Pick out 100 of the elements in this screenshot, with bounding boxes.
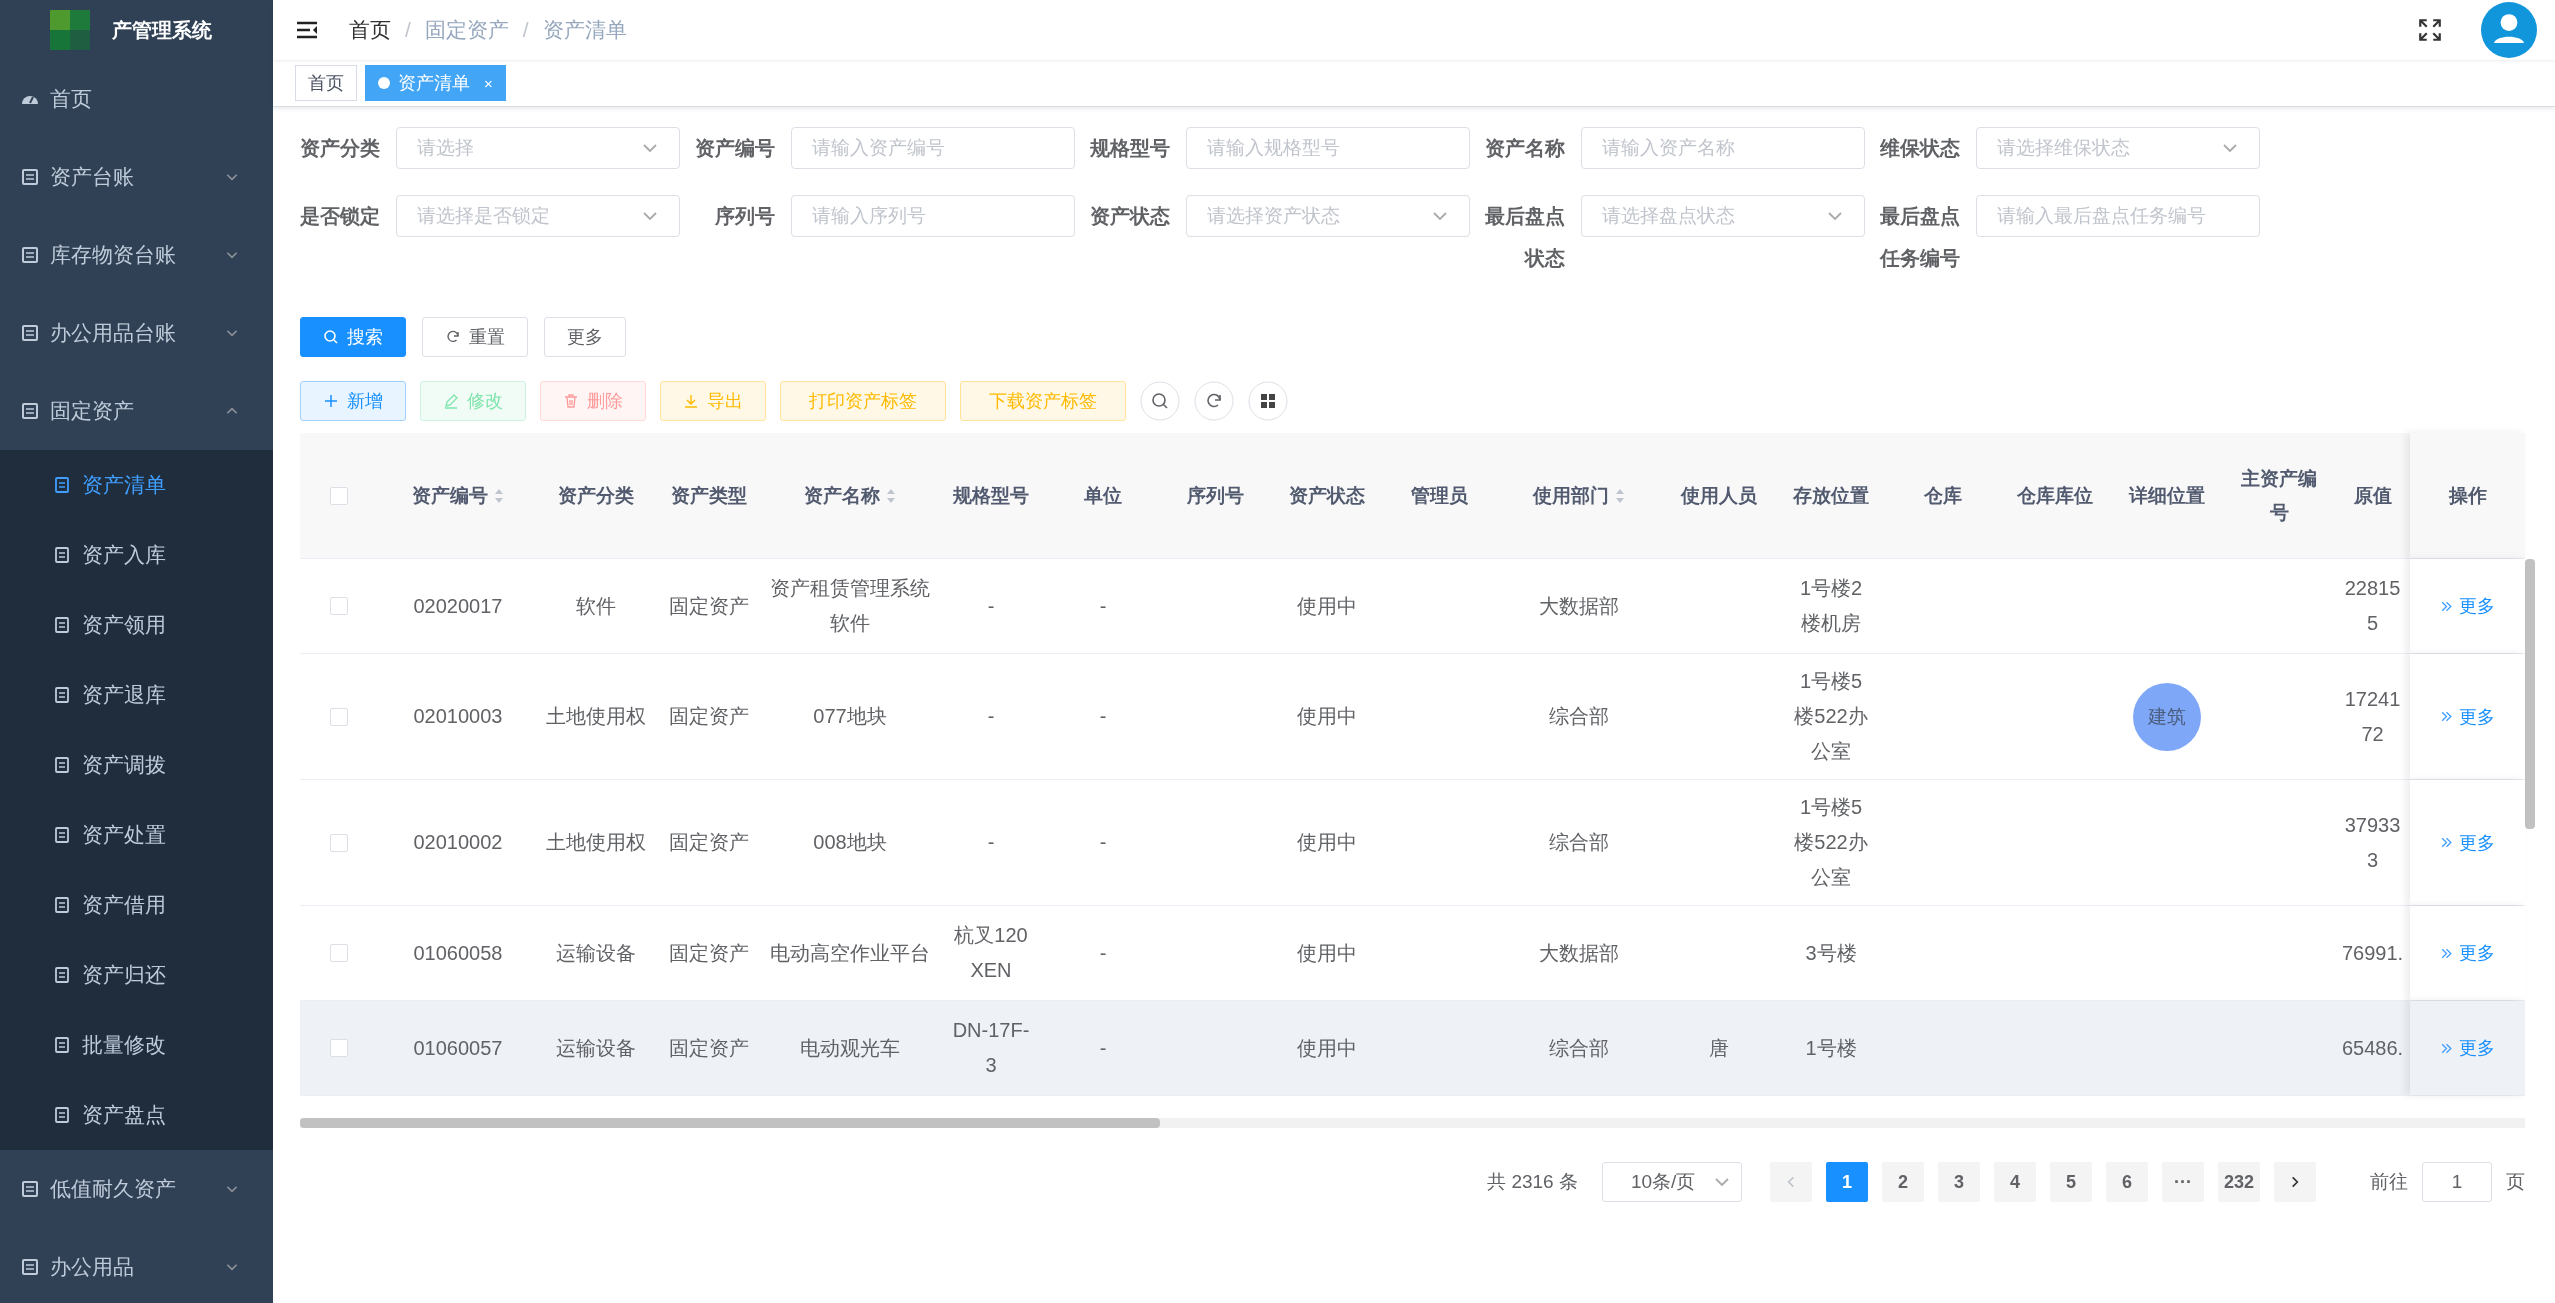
submenu-item[interactable]: 资产入库	[0, 520, 273, 590]
page-button[interactable]: 5	[2049, 1162, 2092, 1202]
tab[interactable]: 首页	[295, 65, 357, 101]
table-cell-text: -	[987, 593, 995, 619]
table-row[interactable]: 02020017 软件 固定资产 资产租赁管理系统软件 - - 使用中 大数据部 1号楼2楼机房 22815 5 更多	[300, 559, 2525, 654]
document-icon	[52, 685, 72, 705]
page-button[interactable]: 3	[1937, 1162, 1980, 1202]
sort-icon[interactable]	[494, 487, 504, 504]
previous-page-button[interactable]	[1769, 1162, 1812, 1202]
page-button[interactable]: 4	[1993, 1162, 2036, 1202]
checkbox[interactable]	[329, 1039, 348, 1057]
goto-label: 前往	[2370, 1170, 2408, 1194]
field-label: 是否锁定	[300, 204, 380, 229]
input-field[interactable]: 请输入资产名称	[1581, 127, 1865, 169]
page-button[interactable]: 2	[1881, 1162, 1924, 1202]
search-icon[interactable]	[1140, 381, 1180, 421]
more-button[interactable]: 更多	[544, 317, 626, 357]
column-header: 仓库库位	[2017, 483, 2093, 508]
table-cell-text: 1号楼	[1805, 1035, 1857, 1061]
refresh-icon[interactable]	[1194, 381, 1234, 421]
input-field[interactable]: 请输入规格型号	[1186, 127, 1470, 169]
submenu-item[interactable]: 资产盘点	[0, 1080, 273, 1150]
menu-item[interactable]: 资产台账	[0, 138, 273, 216]
page-size-select[interactable]: 10条/页	[1601, 1162, 1742, 1202]
menu-item[interactable]: 低值耐久资产	[0, 1150, 273, 1228]
fullscreen-icon[interactable]	[2417, 17, 2443, 43]
table-cell-text: 电动观光车	[800, 1035, 900, 1061]
table-cell-text: 3号楼	[1805, 940, 1857, 966]
document-icon	[20, 1257, 40, 1277]
trash-icon	[563, 393, 579, 409]
search-button[interactable]: 搜索	[300, 317, 406, 357]
table-cell-text: 唐	[1709, 1035, 1729, 1061]
submenu-item[interactable]: 批量修改	[0, 1010, 273, 1080]
checkbox[interactable]	[329, 486, 348, 505]
field-label: 维保状态	[1880, 136, 1960, 161]
submenu-item[interactable]: 资产处置	[0, 800, 273, 870]
page-input[interactable]: 1	[2422, 1162, 2492, 1202]
page-button[interactable]: 6	[2105, 1162, 2148, 1202]
page-button[interactable]: 232	[2217, 1162, 2260, 1202]
column-header: 使用部门	[1533, 483, 1609, 508]
page-button[interactable]: 1	[1825, 1162, 1868, 1202]
field-label: 资产状态	[1090, 204, 1170, 229]
scrollbar[interactable]	[300, 1118, 2525, 1128]
submenu-item[interactable]: 资产退库	[0, 660, 273, 730]
table-cell-text: DN-17F-3	[951, 1018, 1031, 1078]
input-field[interactable]: 请输入序列号	[791, 195, 1075, 237]
breadcrumb-separator: /	[522, 18, 529, 42]
next-page-button[interactable]	[2274, 1162, 2316, 1202]
table-cell-text: 008地块	[813, 830, 887, 855]
checkbox[interactable]	[329, 833, 348, 852]
table-cell-text: -	[1099, 593, 1107, 619]
table-cell-text: -	[987, 830, 995, 855]
menu-item[interactable]: 办公用品	[0, 1228, 273, 1303]
more-link[interactable]: 更多	[2440, 594, 2495, 618]
table-row[interactable]: 01060058 运输设备 固定资产 电动高空作业平台 杭叉120XEN - 使用中 大数据部 3号楼 76991. 更多	[300, 906, 2525, 1001]
app-title: 产管理系统	[112, 17, 212, 43]
table-row[interactable]: 02010003 土地使用权 固定资产 077地块 - - 使用中 综合部 1号楼5楼522办公室 建筑 17241 72 更多	[300, 654, 2525, 780]
download-icon	[683, 393, 699, 409]
table-row[interactable]: 01060057 运输设备 固定资产 电动观光车 DN-17F-3 - 使用中 综合部 唐 1号楼 65486. 更多	[300, 1001, 2525, 1096]
toolbar-button[interactable]: 新增	[300, 381, 406, 421]
checkbox[interactable]	[329, 944, 348, 962]
logo-icon	[50, 10, 90, 50]
reset-button[interactable]: 重置	[422, 317, 528, 357]
checkbox[interactable]	[329, 597, 348, 615]
breadcrumb-item[interactable]: 首页	[349, 16, 391, 44]
menu-item[interactable]: 办公用品台账	[0, 294, 273, 372]
table-row[interactable]: 02010002 土地使用权 固定资产 008地块 - - 使用中 综合部 1号楼5楼522办公室 37933 3 更多	[300, 780, 2525, 906]
table-cell-text: 综合部	[1549, 1035, 1609, 1061]
table-cell-text: 01060057	[413, 1035, 503, 1061]
more-link[interactable]: 更多	[2440, 830, 2495, 855]
menu-item[interactable]: 固定资产	[0, 372, 273, 450]
double-chevron-icon	[2440, 836, 2453, 849]
table-cell-text: 运输设备	[556, 1035, 636, 1061]
pencil-icon	[443, 393, 459, 409]
input-field[interactable]: 请输入最后盘点任务编号	[1976, 195, 2260, 237]
field-label: 规格型号	[1090, 136, 1170, 161]
more-link[interactable]: 更多	[2440, 1036, 2495, 1060]
table-cell-text: 大数据部	[1539, 940, 1619, 966]
avatar[interactable]	[2481, 2, 2537, 58]
column-header: 原值	[2353, 483, 2392, 508]
menu-item[interactable]: 首页	[0, 60, 273, 138]
page-button[interactable]: ···	[2161, 1162, 2204, 1202]
submenu-item[interactable]: 资产调拨	[0, 730, 273, 800]
submenu-item[interactable]: 资产借用	[0, 870, 273, 940]
floating-badge[interactable]: 建筑	[2133, 682, 2201, 751]
submenu-item[interactable]: 资产领用	[0, 590, 273, 660]
sort-icon[interactable]	[1615, 487, 1625, 504]
submenu-item[interactable]: 资产归还	[0, 940, 273, 1010]
table-cell-text: 077地块	[813, 704, 887, 729]
more-link[interactable]: 更多	[2440, 941, 2495, 965]
menu-item[interactable]: 库存物资台账	[0, 216, 273, 294]
column-header: 资产名称	[804, 483, 880, 508]
checkbox[interactable]	[329, 707, 348, 726]
input-field[interactable]: 请输入资产编号	[791, 127, 1075, 169]
more-link[interactable]: 更多	[2440, 704, 2495, 729]
table-cell-text: 使用中	[1297, 593, 1357, 619]
total-count: 共 2316 条	[1487, 1170, 1578, 1194]
grid-icon[interactable]	[1248, 381, 1288, 421]
sort-icon[interactable]	[886, 487, 896, 504]
double-chevron-icon	[2440, 946, 2453, 960]
